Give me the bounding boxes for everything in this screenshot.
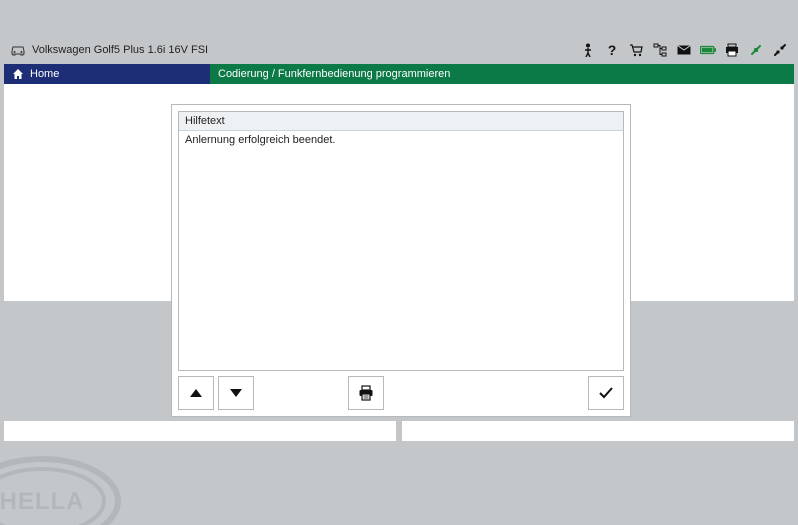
nav-home-label: Home — [30, 68, 59, 80]
status-icons: ? — [580, 42, 788, 58]
home-icon — [12, 68, 24, 80]
print-icon[interactable] — [724, 42, 740, 58]
nav-path: Codierung / Funkfernbedienung programmie… — [210, 64, 794, 84]
mail-icon[interactable] — [676, 42, 692, 58]
person-icon[interactable] — [580, 42, 596, 58]
content-lower-left — [4, 421, 396, 441]
check-icon — [598, 386, 614, 400]
print-button[interactable] — [348, 376, 384, 410]
scroll-down-button[interactable] — [218, 376, 254, 410]
battery-icon[interactable] — [700, 42, 716, 58]
content-lower-right — [402, 421, 794, 441]
brand-watermark: HELLA — [0, 443, 140, 525]
svg-text:?: ? — [608, 43, 617, 57]
car-icon — [10, 44, 26, 56]
triangle-up-icon — [189, 388, 203, 398]
status-bar: Volkswagen Golf5 Plus 1.6i 16V FSI ? — [4, 36, 794, 64]
main-area: Hilfetext Anlernung erfolgreich beendet. — [4, 84, 794, 521]
dialog-button-row — [178, 376, 624, 410]
plug-connected-icon[interactable] — [748, 42, 764, 58]
plug-disconnected-icon[interactable] — [772, 42, 788, 58]
confirm-button[interactable] — [588, 376, 624, 410]
printer-icon — [358, 385, 374, 401]
svg-text:HELLA: HELLA — [0, 488, 85, 515]
vehicle-label: Volkswagen Golf5 Plus 1.6i 16V FSI — [32, 44, 208, 56]
help-icon[interactable]: ? — [604, 42, 620, 58]
dialog-header: Hilfetext — [179, 112, 623, 131]
triangle-down-icon — [229, 388, 243, 398]
tree-icon[interactable] — [652, 42, 668, 58]
nav-home[interactable]: Home — [4, 64, 210, 84]
nav-bar: Home Codierung / Funkfernbedienung progr… — [4, 64, 794, 84]
cart-icon[interactable] — [628, 42, 644, 58]
scroll-up-button[interactable] — [178, 376, 214, 410]
dialog-body: Anlernung erfolgreich beendet. — [179, 131, 623, 370]
help-dialog: Hilfetext Anlernung erfolgreich beendet. — [171, 104, 631, 417]
nav-path-label: Codierung / Funkfernbedienung programmie… — [218, 68, 450, 80]
